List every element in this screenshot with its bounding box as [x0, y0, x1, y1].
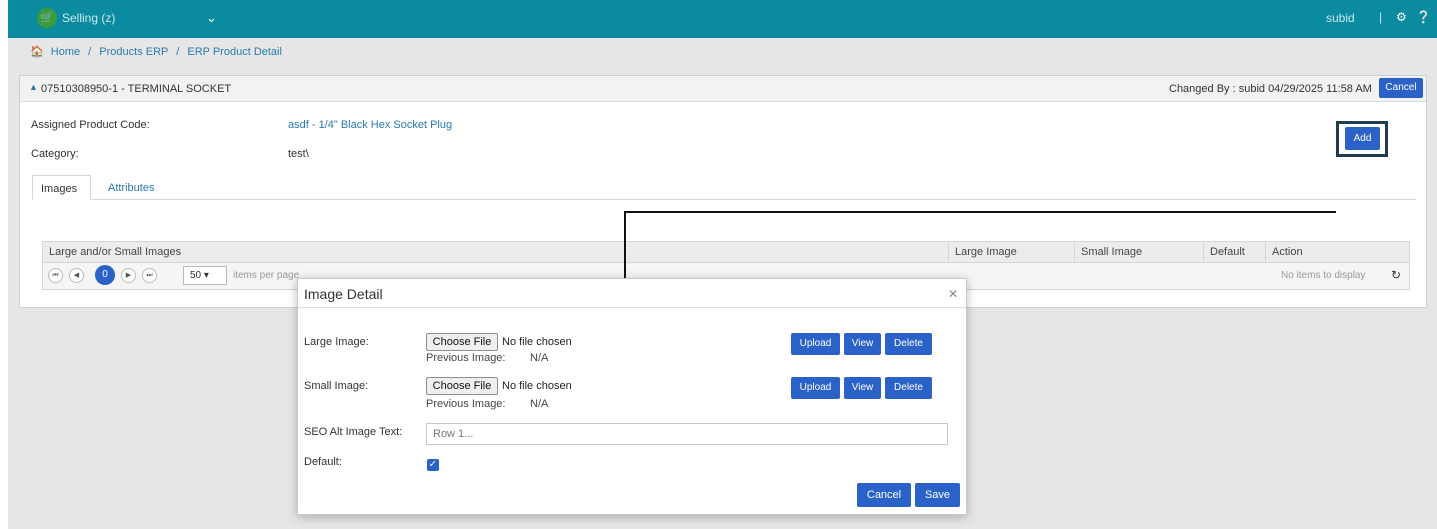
- modal-cancel-button[interactable]: Cancel: [857, 483, 911, 507]
- seo-alt-text-label: SEO Alt Image Text:: [304, 426, 403, 438]
- tab-images[interactable]: Images: [32, 175, 91, 200]
- current-page[interactable]: 0: [95, 265, 115, 285]
- next-page-icon[interactable]: ▶: [121, 268, 136, 283]
- small-image-file-status: No file chosen: [502, 380, 572, 392]
- help-icon[interactable]: ❔: [1416, 10, 1431, 24]
- column-header[interactable]: Default: [1203, 242, 1265, 262]
- large-view-button[interactable]: View: [844, 333, 881, 355]
- chevron-down-icon[interactable]: ⌄: [206, 10, 217, 26]
- modal-header: Image Detail ✕: [298, 279, 966, 308]
- column-header[interactable]: Large and/or Small Images: [43, 242, 948, 262]
- small-image-label: Small Image:: [304, 380, 369, 392]
- breadcrumb-home[interactable]: Home: [51, 46, 80, 58]
- page-size-value: 50: [190, 270, 202, 281]
- page-size-select[interactable]: 50 ▾: [183, 266, 227, 285]
- breadcrumb-separator: /: [176, 46, 180, 58]
- large-image-label: Large Image:: [304, 336, 369, 348]
- small-previous-image-label: Previous Image:: [426, 398, 506, 410]
- assigned-product-code-label: Assigned Product Code:: [31, 119, 150, 131]
- no-items-text: No items to display: [1281, 270, 1366, 281]
- collapse-caret-icon[interactable]: ▲: [29, 82, 38, 92]
- large-image-choose-file-button[interactable]: Choose File: [426, 333, 498, 351]
- large-upload-button[interactable]: Upload: [791, 333, 840, 355]
- modal-save-button[interactable]: Save: [915, 483, 960, 507]
- tab-attributes[interactable]: Attributes: [100, 175, 162, 200]
- assigned-product-code-link[interactable]: asdf - 1/4" Black Hex Socket Plug: [288, 119, 452, 131]
- large-image-file-status: No file chosen: [502, 336, 572, 348]
- large-previous-image-value: N/A: [530, 352, 549, 364]
- seo-alt-text-input[interactable]: Row 1...: [426, 423, 948, 445]
- first-page-icon[interactable]: ⏮: [48, 268, 63, 283]
- images-grid-header: Large and/or Small Images Large Image Sm…: [42, 241, 1410, 263]
- column-header[interactable]: Action: [1265, 242, 1409, 262]
- prev-page-icon[interactable]: ◀: [69, 268, 84, 283]
- default-label: Default:: [304, 456, 342, 468]
- breadcrumb-separator: /: [88, 46, 92, 58]
- large-previous-image-label: Previous Image:: [426, 352, 506, 364]
- panel-header: ▲ 07510308950-1 - TERMINAL SOCKET Change…: [20, 76, 1426, 102]
- image-detail-modal: Image Detail ✕ Large Image: Choose File …: [297, 278, 967, 515]
- chevron-down-icon: ▾: [203, 270, 209, 281]
- cart-icon[interactable]: 🛒: [37, 8, 57, 28]
- small-upload-button[interactable]: Upload: [791, 377, 840, 399]
- home-icon[interactable]: 🏠: [30, 46, 44, 58]
- breadcrumb: 🏠 Home / Products ERP / ERP Product Deta…: [30, 45, 282, 58]
- small-image-choose-file-button[interactable]: Choose File: [426, 377, 498, 395]
- default-checkbox[interactable]: ✓: [427, 459, 439, 471]
- left-edge: [0, 0, 8, 529]
- category-label: Category:: [31, 148, 79, 160]
- column-header[interactable]: Large Image: [948, 242, 1074, 262]
- refresh-icon[interactable]: ↻: [1391, 268, 1401, 282]
- changed-by-text: Changed By : subid 04/29/2025 11:58 AM: [1169, 83, 1372, 95]
- small-previous-image-value: N/A: [530, 398, 549, 410]
- topbar-separator: |: [1379, 10, 1383, 24]
- product-detail-panel: ▲ 07510308950-1 - TERMINAL SOCKET Change…: [19, 75, 1427, 308]
- breadcrumb-erp-product-detail[interactable]: ERP Product Detail: [187, 46, 282, 58]
- app-switcher-label[interactable]: Selling (z): [62, 11, 115, 25]
- panel-title: 07510308950-1 - TERMINAL SOCKET: [41, 83, 232, 95]
- column-header[interactable]: Small Image: [1074, 242, 1203, 262]
- top-navigation-bar: 🛒 Selling (z) ⌄ subid | ⚙ ❔: [0, 0, 1437, 38]
- modal-title: Image Detail: [304, 286, 383, 302]
- breadcrumb-products-erp[interactable]: Products ERP: [99, 46, 168, 58]
- annotation-line: [624, 211, 1336, 213]
- small-delete-button[interactable]: Delete: [885, 377, 932, 399]
- tab-bar: Images Attributes: [32, 175, 1416, 200]
- last-page-icon[interactable]: ⏭: [142, 268, 157, 283]
- close-icon[interactable]: ✕: [948, 287, 958, 301]
- add-button[interactable]: Add: [1345, 127, 1380, 150]
- items-per-page-label: items per page: [233, 270, 300, 281]
- gear-icon[interactable]: ⚙: [1396, 10, 1407, 24]
- small-view-button[interactable]: View: [844, 377, 881, 399]
- cancel-button[interactable]: Cancel: [1379, 78, 1423, 98]
- category-value: test\: [288, 148, 309, 160]
- large-delete-button[interactable]: Delete: [885, 333, 932, 355]
- user-name[interactable]: subid: [1326, 11, 1355, 25]
